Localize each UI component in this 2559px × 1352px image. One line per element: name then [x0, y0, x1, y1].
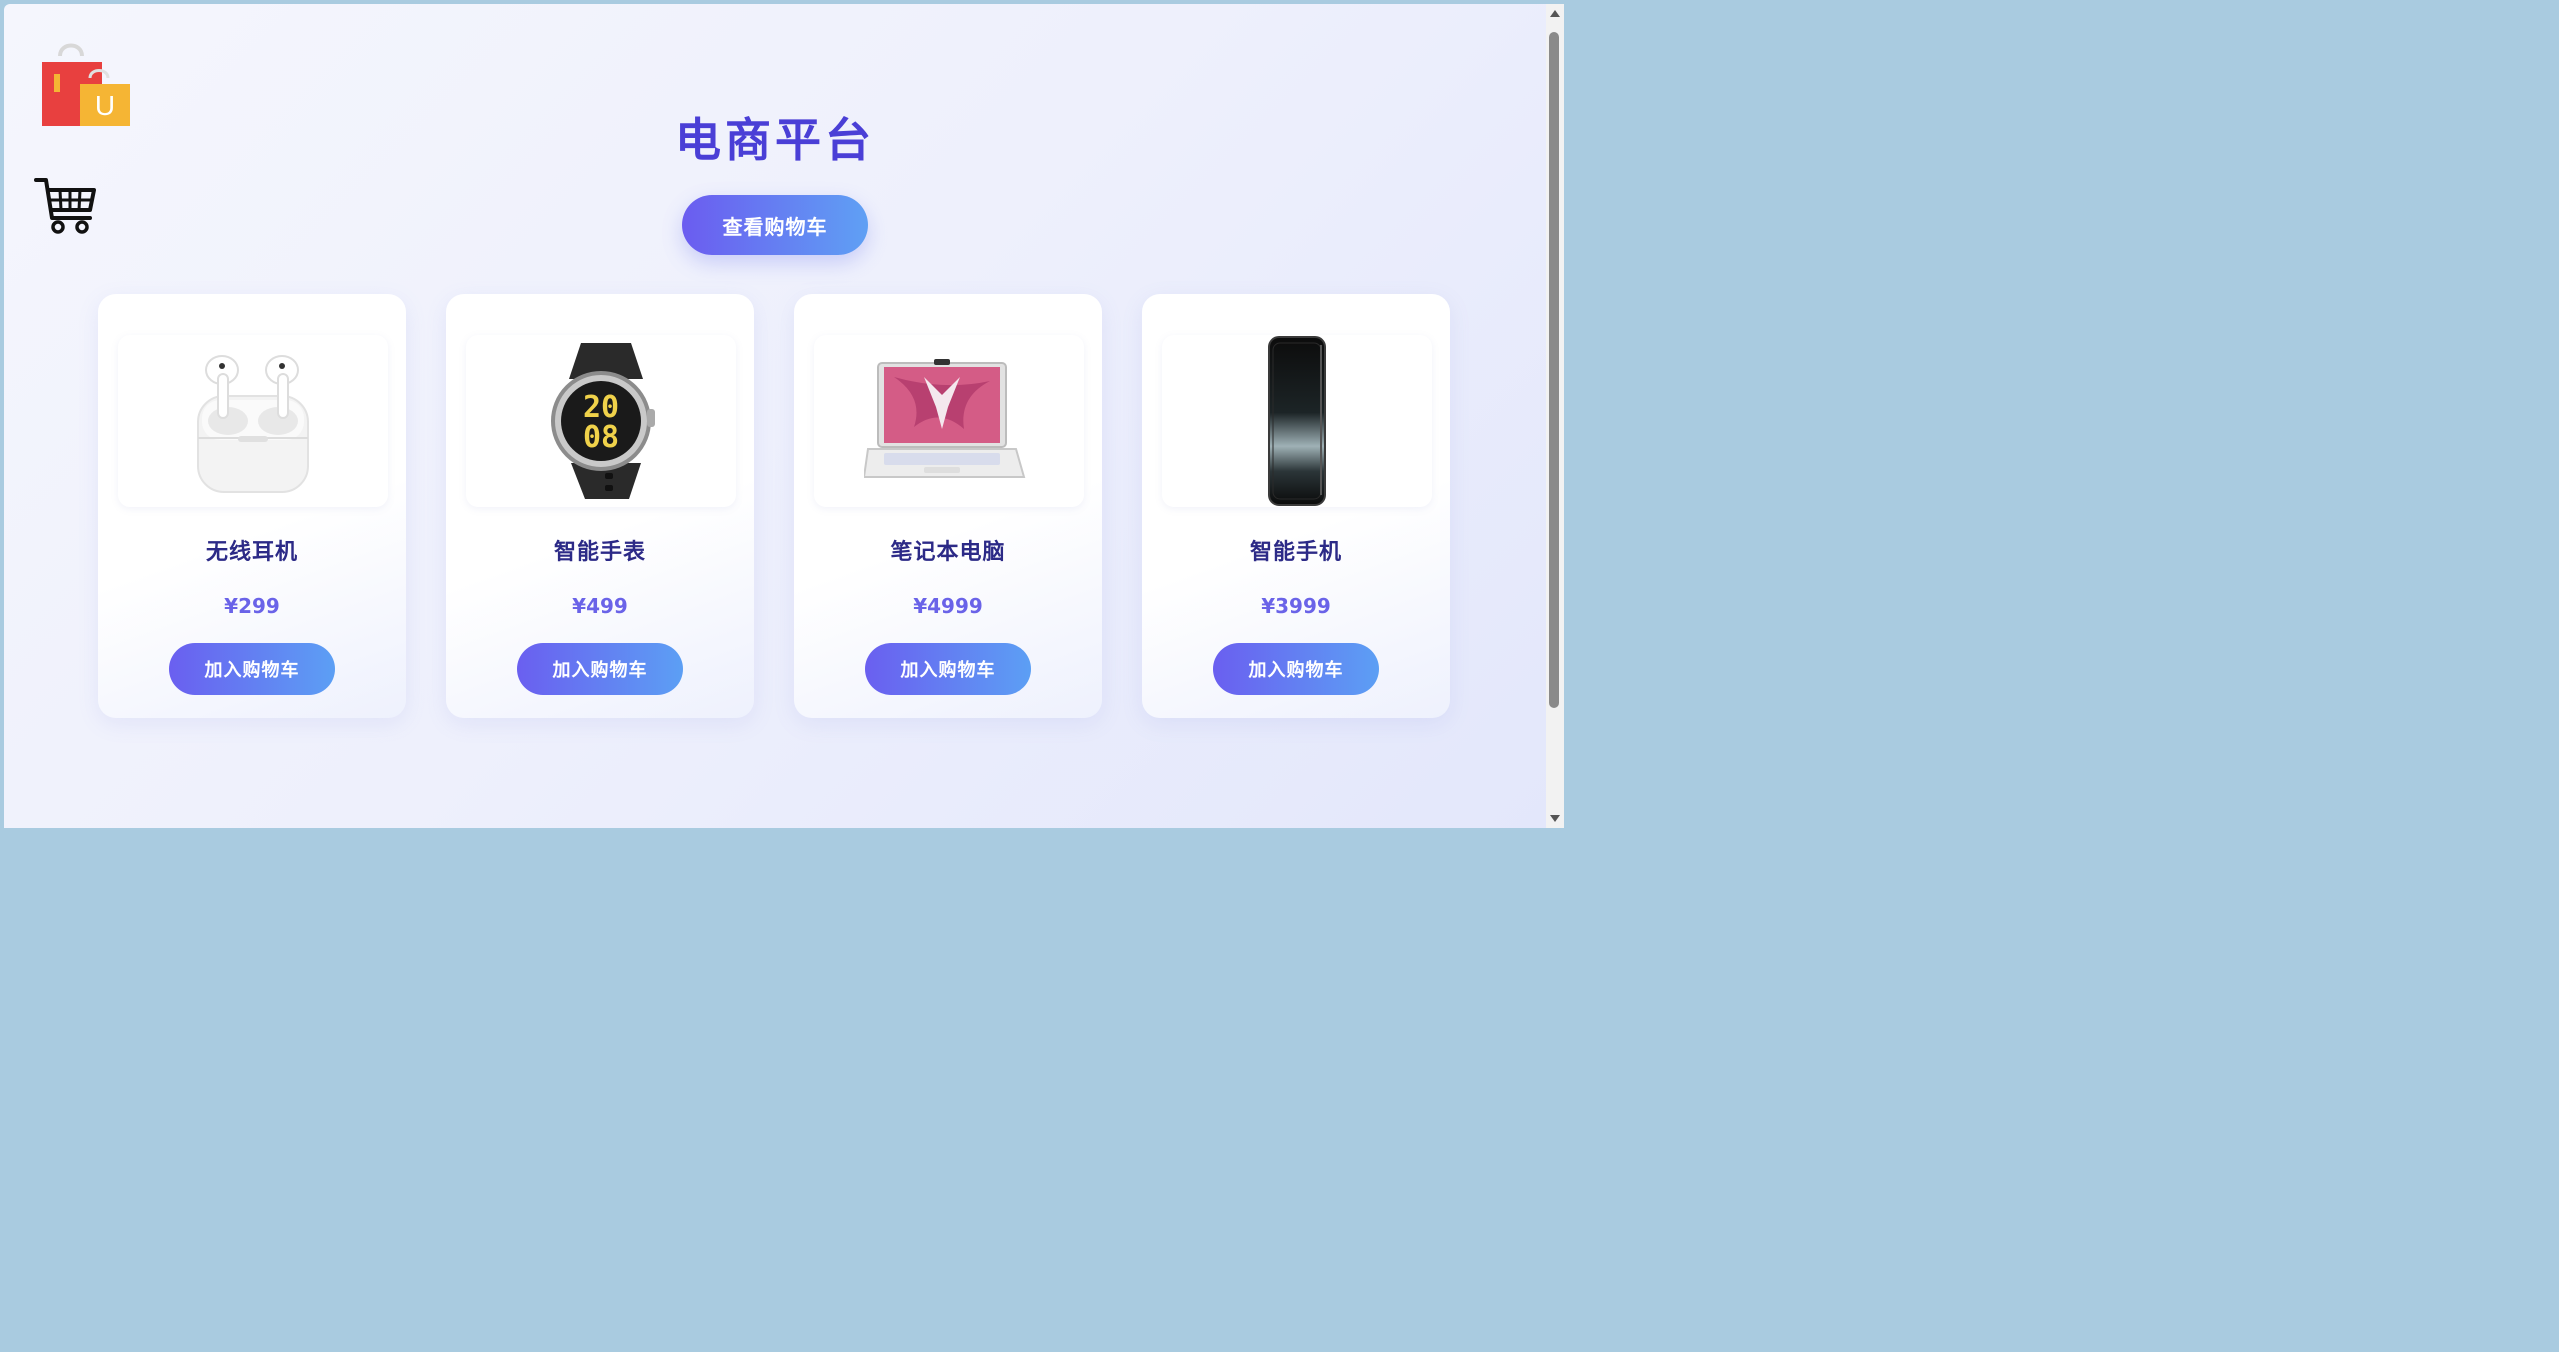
- product-name: 智能手表: [553, 540, 646, 565]
- add-to-cart-button[interactable]: 加入购物车: [517, 643, 683, 695]
- product-card: 智能手机 ¥3999 加入购物车: [1142, 294, 1450, 718]
- smartwatch-image: 20 08: [551, 343, 655, 499]
- add-to-cart-button[interactable]: 加入购物车: [865, 643, 1031, 695]
- product-image-wrapper: 20 08: [466, 335, 736, 507]
- product-image-wrapper: [118, 335, 388, 507]
- view-cart-button[interactable]: 查看购物车: [682, 195, 868, 255]
- product-card: 笔记本电脑 ¥4999 加入购物车: [794, 294, 1102, 718]
- product-name: 无线耳机: [205, 540, 298, 565]
- product-name: 智能手机: [1249, 540, 1342, 565]
- watch-time-bottom: 08: [583, 420, 619, 455]
- add-to-cart-button[interactable]: 加入购物车: [169, 643, 335, 695]
- vertical-scrollbar[interactable]: [1546, 4, 1564, 828]
- page-title: 电商平台: [675, 113, 875, 167]
- product-name: 笔记本电脑: [890, 540, 1006, 565]
- laptop-image: [864, 359, 1026, 478]
- add-to-cart-button[interactable]: 加入购物车: [1213, 643, 1379, 695]
- product-image-wrapper: [814, 335, 1084, 507]
- product-price: ¥299: [224, 594, 280, 618]
- earbuds-image: [197, 355, 309, 493]
- scroll-up-arrow-icon[interactable]: [1550, 10, 1560, 17]
- smartphone-image: [1268, 336, 1326, 506]
- product-grid: 无线耳机 ¥299 加入购物车 20 08 智能手表 ¥499 加入购物车 笔记…: [98, 294, 1452, 720]
- product-image-wrapper: [1162, 335, 1432, 507]
- shopping-cart-icon[interactable]: [34, 176, 98, 236]
- product-price: ¥499: [572, 594, 628, 618]
- page-viewport: U 电商平台 查看购物车 无线耳机 ¥299 加入购物车 20 08 智能手表 …: [4, 4, 1546, 828]
- product-price: ¥3999: [1261, 594, 1331, 618]
- product-card: 无线耳机 ¥299 加入购物车: [98, 294, 406, 718]
- product-price: ¥4999: [913, 594, 983, 618]
- scroll-down-arrow-icon[interactable]: [1550, 815, 1560, 822]
- product-card: 20 08 智能手表 ¥499 加入购物车: [446, 294, 754, 718]
- scrollbar-thumb[interactable]: [1549, 32, 1559, 708]
